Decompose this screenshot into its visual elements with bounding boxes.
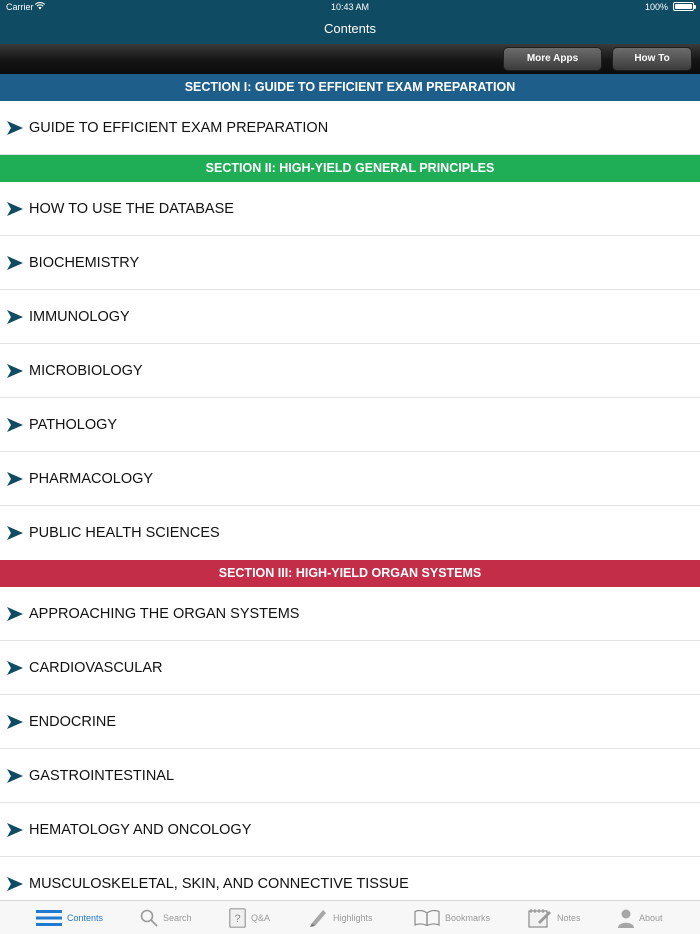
list-item-guide[interactable]: GUIDE TO EFFICIENT EXAM PREPARATION [0,101,700,155]
list-item-approaching[interactable]: APPROACHING THE ORGAN SYSTEMS [0,587,700,641]
list-item-label: ENDOCRINE [29,714,117,730]
list-item-endocrine[interactable]: ENDOCRINE [0,695,700,749]
list-item-microbiology[interactable]: MICROBIOLOGY [0,344,700,398]
list-item-label: BIOCHEMISTRY [29,255,140,271]
chevron-right-icon [7,661,23,675]
section-header-1: SECTION I: GUIDE TO EFFICIENT EXAM PREPA… [0,74,700,101]
tab-label: About [639,913,663,923]
tab-contents[interactable]: Contents [36,901,103,934]
chevron-right-icon [7,418,23,432]
tab-label: Search [163,913,192,923]
list-item-public-health[interactable]: PUBLIC HEALTH SCIENCES [0,506,700,560]
list-item-label: HEMATOLOGY AND ONCOLOGY [29,822,252,838]
toolbar: More Apps How To [0,44,700,74]
notepad-icon [528,909,551,928]
tab-qa[interactable]: ? Q&A [229,901,270,934]
list-item-label: HOW TO USE THE DATABASE [29,201,234,217]
chevron-right-icon [7,715,23,729]
list-item-pathology[interactable]: PATHOLOGY [0,398,700,452]
chevron-right-icon [7,364,23,378]
list-item-label: MICROBIOLOGY [29,363,143,379]
page-title: Contents [323,21,377,36]
chevron-right-icon [7,607,23,621]
list-item-musculoskeletal[interactable]: MUSCULOSKELETAL, SKIN, AND CONNECTIVE TI… [0,857,700,900]
highlighter-icon [310,910,326,927]
how-to-button[interactable]: How To [612,47,692,71]
list-item-label: PHARMACOLOGY [29,471,154,487]
tab-notes[interactable]: Notes [528,901,581,934]
contents-list[interactable]: SECTION I: GUIDE TO EFFICIENT EXAM PREPA… [0,74,700,900]
chevron-right-icon [7,121,23,135]
clock: 10:43 AM [330,2,370,12]
search-icon [140,909,158,927]
chevron-right-icon [7,769,23,783]
list-item-pharmacology[interactable]: PHARMACOLOGY [0,452,700,506]
list-item-label: GUIDE TO EFFICIENT EXAM PREPARATION [29,120,329,136]
list-item-label: CARDIOVASCULAR [29,660,163,676]
section-header-2: SECTION II: HIGH-YIELD GENERAL PRINCIPLE… [0,155,700,182]
chevron-right-icon [7,472,23,486]
tab-bar: Contents Search ? Q&A Highlights Bookmar… [0,900,700,934]
section-header-3: SECTION III: HIGH-YIELD ORGAN SYSTEMS [0,560,700,587]
book-icon [414,910,440,926]
battery-percentage: 100% [644,2,668,12]
list-icon [36,910,62,926]
tab-bookmarks[interactable]: Bookmarks [414,901,490,934]
list-item-label: GASTROINTESTINAL [29,768,175,784]
list-item-label: PUBLIC HEALTH SCIENCES [29,525,220,541]
chevron-right-icon [7,877,23,891]
question-icon: ? [229,908,246,928]
tab-label: Bookmarks [445,913,491,923]
tab-label: Notes [557,913,581,923]
tab-search[interactable]: Search [140,901,192,934]
person-icon [618,909,634,928]
tab-about[interactable]: About [618,901,663,934]
chevron-right-icon [7,310,23,324]
tab-label: Q&A [251,913,271,923]
more-apps-button[interactable]: More Apps [503,47,602,71]
chevron-right-icon [7,823,23,837]
list-item-label: APPROACHING THE ORGAN SYSTEMS [29,606,300,622]
status-bar: Carrier 10:43 AM 100% [0,0,700,14]
list-item-hematology[interactable]: HEMATOLOGY AND ONCOLOGY [0,803,700,857]
list-item-how-to-use[interactable]: HOW TO USE THE DATABASE [0,182,700,236]
navigation-bar: Carrier 10:43 AM 100% Contents [0,0,700,44]
tab-label: Contents [67,913,104,923]
tab-highlights[interactable]: Highlights [308,901,373,934]
chevron-right-icon [7,202,23,216]
battery-icon [673,2,696,11]
list-item-label: IMMUNOLOGY [29,309,130,325]
chevron-right-icon [7,526,23,540]
svg-text:?: ? [234,913,240,925]
list-item-immunology[interactable]: IMMUNOLOGY [0,290,700,344]
list-item-label: PATHOLOGY [29,417,118,433]
list-item-cardiovascular[interactable]: CARDIOVASCULAR [0,641,700,695]
tab-label: Highlights [333,913,373,923]
list-item-biochemistry[interactable]: BIOCHEMISTRY [0,236,700,290]
chevron-right-icon [7,256,23,270]
list-item-gastrointestinal[interactable]: GASTROINTESTINAL [0,749,700,803]
list-item-label: MUSCULOSKELETAL, SKIN, AND CONNECTIVE TI… [29,876,409,892]
